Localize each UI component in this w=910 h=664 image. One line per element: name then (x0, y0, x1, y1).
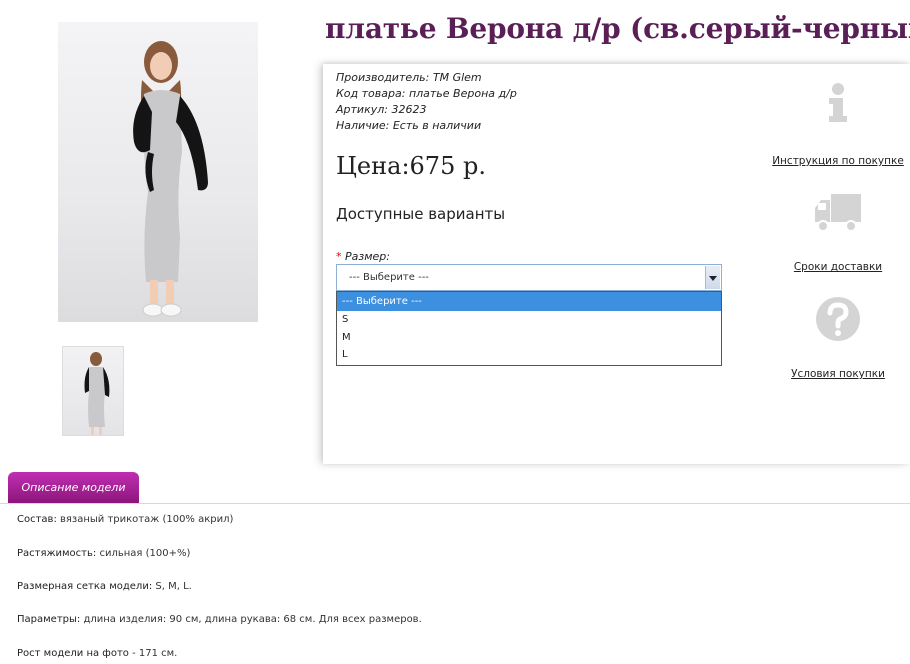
tab-divider (0, 503, 910, 504)
instructions-link[interactable]: Инструкция по покупке (768, 155, 908, 167)
terms-link[interactable]: Условия покупки (768, 368, 908, 380)
tab-model-description[interactable]: Описание модели (8, 472, 139, 504)
product-info-panel: Производитель: ТМ Glem Код товара: плать… (323, 64, 910, 464)
sidebar-terms: Условия покупки (768, 296, 908, 386)
sidebar-delivery: Сроки доставки (768, 192, 908, 282)
size-label: * Размер: (336, 250, 390, 263)
meta-availability: Наличие: Есть в наличии (336, 119, 482, 132)
size-option-s[interactable]: S (337, 311, 721, 329)
meta-manufacturer: Производитель: ТМ Glem (336, 71, 482, 84)
product-thumbnail[interactable] (62, 346, 124, 436)
dress-model-image (133, 41, 208, 317)
sidebar-purchase-instructions: Инструкция по покупке (768, 80, 908, 170)
truck-icon (813, 192, 863, 237)
description-size-grid: Размерная сетка модели: S, M, L. (17, 581, 192, 592)
description-parameters: Параметры: длина изделия: 90 см, длина р… (17, 614, 422, 625)
product-main-photo[interactable] (58, 22, 258, 322)
dress-back-image (84, 352, 110, 435)
meta-product-code: Код товара: платье Верона д/р (336, 87, 517, 100)
chevron-down-icon[interactable] (705, 266, 720, 289)
product-title: платье Верона д/р (св.серый-черный) (325, 12, 910, 45)
size-select-value: --- Выберите --- (349, 272, 429, 283)
question-icon (815, 296, 861, 345)
delivery-link[interactable]: Сроки доставки (768, 261, 908, 273)
size-option-m[interactable]: M (337, 329, 721, 347)
product-price: Цена:675 р. (336, 152, 486, 180)
size-dropdown-list[interactable]: --- Выберите --- S M L (336, 291, 722, 366)
description-model-height: Рост модели на фото - 171 см. (17, 648, 178, 659)
product-meta: Производитель: ТМ Glem Код товара: плать… (336, 70, 517, 134)
description-stretch: Растяжимость: сильная (100+%) (17, 548, 191, 559)
meta-article: Артикул: 32623 (336, 103, 427, 116)
variants-heading: Доступные варианты (336, 205, 506, 223)
size-select[interactable]: --- Выберите --- (336, 264, 722, 291)
required-mark: * (336, 250, 342, 263)
info-icon (826, 82, 850, 127)
description-composition: Состав: вязаный трикотаж (100% акрил) (17, 514, 234, 525)
size-option-placeholder[interactable]: --- Выберите --- (337, 292, 721, 311)
size-option-l[interactable]: L (337, 346, 721, 364)
